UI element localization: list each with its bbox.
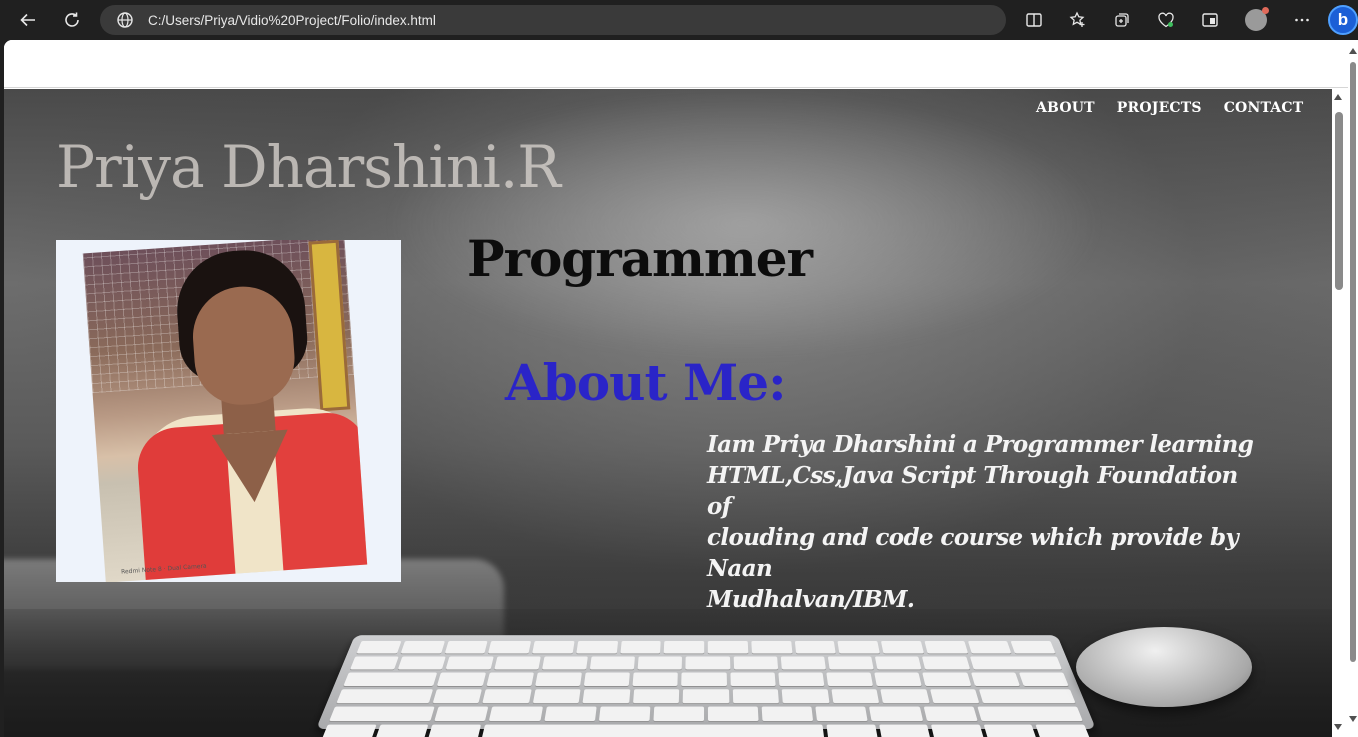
profile-photo-image: Redmi Note 8 · Dual Camera [82, 240, 368, 582]
workspaces-icon [1202, 13, 1218, 27]
page-scroll-down-icon[interactable] [1349, 716, 1357, 722]
split-screen-icon [1026, 13, 1042, 27]
background-keyboard [316, 635, 1096, 737]
page-viewport: ABOUT PROJECTS CONTACT Priya Dharshini.R… [4, 40, 1352, 737]
copilot-icon[interactable]: b [1328, 5, 1358, 35]
browser-essentials-button[interactable] [1152, 6, 1180, 34]
collections-button[interactable] [1108, 6, 1136, 34]
back-button[interactable] [14, 6, 42, 34]
inner-scroll-down-icon[interactable] [1334, 724, 1342, 730]
role-heading: Programmer [467, 229, 813, 288]
nav-contact[interactable]: CONTACT [1224, 100, 1304, 116]
site-title: Priya Dharshini.R [56, 133, 561, 201]
browser-toolbar: C:/Users/Priya/Vidio%20Project/Folio/ind… [0, 0, 1358, 40]
favorites-icon [1069, 11, 1085, 27]
collections-icon [1115, 13, 1129, 27]
page-top-band [4, 40, 1352, 88]
nav-projects[interactable]: PROJECTS [1117, 100, 1202, 116]
page-scroll-up-icon[interactable] [1349, 48, 1357, 54]
about-text: Iam Priya Dharshini a Programmer learnin… [707, 431, 1254, 613]
split-screen-button[interactable] [1020, 6, 1048, 34]
inner-scroll-up-icon[interactable] [1334, 94, 1342, 100]
site-info-icon[interactable] [116, 11, 134, 29]
background-mouse [1076, 627, 1252, 707]
profile-button[interactable] [1242, 6, 1270, 34]
profile-photo: Redmi Note 8 · Dual Camera [56, 240, 401, 582]
more-button[interactable] [1288, 6, 1316, 34]
profile-icon [1245, 7, 1269, 31]
browser-essentials-icon [1158, 12, 1174, 28]
background-window-blur [384, 89, 1104, 359]
more-icon [1295, 18, 1309, 22]
inner-scroll-thumb[interactable] [1335, 112, 1343, 290]
workspaces-button[interactable] [1196, 6, 1224, 34]
refresh-button[interactable] [58, 6, 86, 34]
nav-about[interactable]: ABOUT [1036, 100, 1095, 116]
address-bar[interactable]: C:/Users/Priya/Vidio%20Project/Folio/ind… [100, 5, 1006, 35]
refresh-icon [65, 12, 79, 27]
about-heading: About Me: [505, 353, 787, 412]
back-icon [20, 13, 35, 27]
favorites-button[interactable] [1064, 6, 1092, 34]
page-scroll-thumb[interactable] [1350, 62, 1356, 662]
site-nav: ABOUT PROJECTS CONTACT [1036, 100, 1303, 116]
hero-section: ABOUT PROJECTS CONTACT Priya Dharshini.R… [4, 89, 1332, 737]
url-text[interactable]: C:/Users/Priya/Vidio%20Project/Folio/ind… [148, 13, 436, 28]
